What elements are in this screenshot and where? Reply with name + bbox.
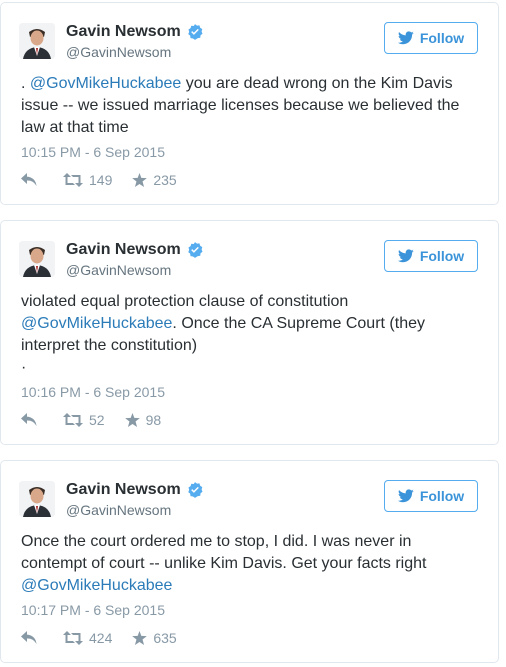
favorite-button[interactable]: 235 (132, 172, 177, 188)
follow-button[interactable]: Follow (384, 480, 478, 512)
follow-label: Follow (419, 248, 465, 264)
retweet-count: 424 (89, 630, 113, 646)
retweet-button[interactable]: 149 (63, 172, 112, 188)
tweet-text: . @GovMikeHuckabee you are dead wrong on… (21, 73, 481, 139)
tweet-text: violated equal protection clause of cons… (21, 291, 481, 379)
favorite-button[interactable]: 98 (124, 412, 162, 428)
tweet-text-part: . (21, 75, 30, 92)
reply-button[interactable] (21, 173, 39, 187)
reply-icon (21, 631, 37, 644)
favorite-count: 235 (153, 172, 177, 188)
tweet-text-part: violated equal protection clause of cons… (21, 293, 349, 310)
favorite-count: 635 (153, 630, 177, 646)
twitter-bird-icon (397, 489, 414, 503)
avatar[interactable] (19, 23, 55, 59)
follow-label: Follow (419, 30, 465, 46)
reply-button[interactable] (21, 413, 39, 427)
author-name-text[interactable]: Gavin Newsom (66, 23, 181, 41)
retweet-icon (63, 413, 83, 427)
mention-link[interactable]: @GovMikeHuckabee (21, 315, 172, 332)
star-icon (132, 173, 148, 187)
author-name[interactable]: Gavin Newsom (66, 241, 204, 259)
tweet-text-part: · (21, 359, 27, 376)
follow-button[interactable]: Follow (384, 22, 478, 54)
author-handle[interactable]: @GavinNewsom (66, 502, 171, 518)
tweet-timestamp[interactable]: 10:17 PM - 6 Sep 2015 (21, 602, 165, 618)
verified-badge-icon (187, 242, 203, 258)
retweet-button[interactable]: 424 (63, 630, 112, 646)
author-name-text[interactable]: Gavin Newsom (66, 241, 181, 259)
follow-button[interactable]: Follow (384, 240, 478, 272)
tweet-card: Gavin Newsom @GavinNewsom Follow . @GovM… (0, 2, 499, 205)
mention-link[interactable]: @GovMikeHuckabee (30, 75, 181, 92)
reply-icon (21, 413, 37, 426)
retweet-button[interactable]: 52 (63, 412, 105, 428)
star-icon (132, 631, 148, 645)
author-name[interactable]: Gavin Newsom (66, 481, 204, 499)
verified-badge-icon (187, 24, 203, 40)
favorite-button[interactable]: 635 (132, 630, 177, 646)
tweet-text: Once the court ordered me to stop, I did… (21, 531, 481, 597)
star-icon (124, 413, 140, 427)
twitter-bird-icon (397, 249, 414, 263)
twitter-bird-icon (397, 31, 414, 45)
tweet-card: Gavin Newsom @GavinNewsom Follow Once th… (0, 460, 499, 663)
retweet-count: 52 (89, 412, 105, 428)
mention-link[interactable]: @GovMikeHuckabee (21, 577, 172, 594)
author-name[interactable]: Gavin Newsom (66, 23, 204, 41)
tweet-text-part: Once the court ordered me to stop, I did… (21, 533, 427, 572)
avatar[interactable] (19, 481, 55, 517)
tweet-card: Gavin Newsom @GavinNewsom Follow violate… (0, 220, 499, 445)
reply-icon (21, 173, 37, 186)
tweet-actions: 424 635 (21, 628, 177, 648)
retweet-icon (63, 173, 83, 187)
tweet-timestamp[interactable]: 10:16 PM - 6 Sep 2015 (21, 384, 165, 400)
tweet-actions: 149 235 (21, 170, 177, 190)
author-name-text[interactable]: Gavin Newsom (66, 481, 181, 499)
tweet-actions: 52 98 (21, 410, 161, 430)
retweet-count: 149 (89, 172, 113, 188)
follow-label: Follow (419, 488, 465, 504)
author-handle[interactable]: @GavinNewsom (66, 262, 171, 278)
retweet-icon (63, 631, 83, 645)
tweet-timestamp[interactable]: 10:15 PM - 6 Sep 2015 (21, 144, 165, 160)
verified-badge-icon (187, 482, 203, 498)
reply-button[interactable] (21, 631, 39, 645)
favorite-count: 98 (145, 412, 162, 428)
author-handle[interactable]: @GavinNewsom (66, 44, 171, 60)
avatar[interactable] (19, 241, 55, 277)
